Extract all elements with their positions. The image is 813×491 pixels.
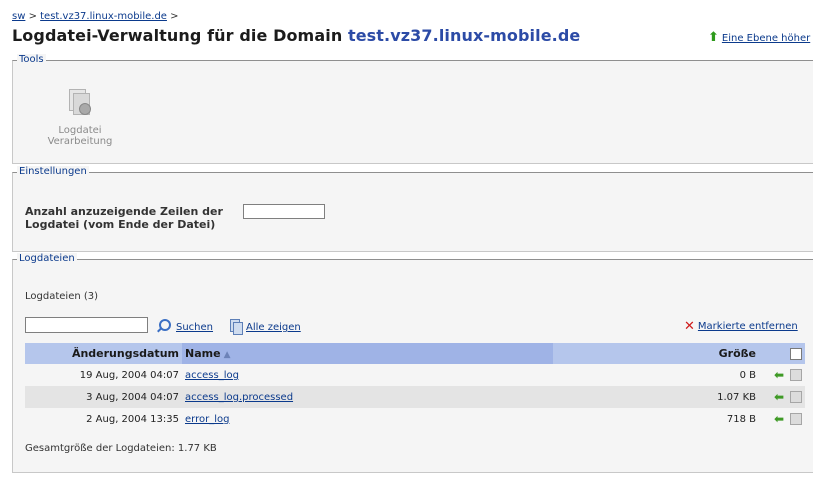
row-date: 19 Aug, 2004 04:07	[25, 364, 182, 386]
row-actions: ⬅	[759, 364, 805, 386]
logfiles-section: Logdateien Logdateien (3) Suchen Alle ze…	[12, 253, 813, 473]
log-processing-label: Logdatei Verarbeitung	[47, 125, 113, 147]
table-row: 3 Aug, 2004 04:07 access_log.processed 1…	[25, 386, 805, 408]
table-row: 19 Aug, 2004 04:07 access_log 0 B ⬅	[25, 364, 805, 386]
row-date: 3 Aug, 2004 04:07	[25, 386, 182, 408]
search-input[interactable]	[25, 317, 148, 333]
breadcrumb-separator: >	[166, 11, 179, 22]
show-all-button[interactable]: Alle zeigen	[230, 319, 301, 335]
lines-count-input[interactable]	[243, 204, 325, 219]
tools-section: Tools Logdatei Verarbeitung	[12, 54, 813, 164]
page-title: Logdatei-Verwaltung für die Domain test.…	[12, 26, 580, 45]
search-button[interactable]: Suchen	[159, 319, 213, 333]
row-actions: ⬅	[759, 408, 805, 430]
download-icon[interactable]: ⬅	[774, 368, 784, 382]
logfiles-legend: Logdateien	[17, 253, 77, 264]
row-name-cell: error_log	[182, 408, 553, 430]
settings-legend: Einstellungen	[17, 166, 89, 177]
row-name-link[interactable]: access_log	[185, 370, 239, 381]
select-all-checkbox[interactable]	[790, 347, 802, 360]
lines-count-label-line1: Anzahl anzuzeigende Zeilen der	[25, 205, 223, 218]
column-header-select	[759, 343, 805, 364]
download-icon[interactable]: ⬅	[774, 412, 784, 426]
breadcrumb: sw > test.vz37.linux-mobile.de >	[12, 11, 179, 22]
row-size: 1.07 KB	[553, 386, 759, 408]
up-level-link-label[interactable]: Eine Ebene höher	[722, 33, 810, 44]
page-title-domain: test.vz37.linux-mobile.de	[347, 26, 581, 45]
logfiles-count: Logdateien (3)	[25, 291, 99, 302]
row-size: 0 B	[553, 364, 759, 386]
row-name-cell: access_log.processed	[182, 386, 553, 408]
logfiles-total-size: Gesamtgröße der Logdateien: 1.77 KB	[25, 443, 217, 454]
log-processing-tool: Logdatei Verarbeitung	[25, 89, 135, 147]
logfiles-table: Änderungsdatum Name ▲ Größe 19 Aug, 2004 …	[25, 343, 805, 430]
row-name-link[interactable]: error_log	[185, 414, 229, 425]
show-all-button-label[interactable]: Alle zeigen	[246, 322, 301, 333]
search-button-label[interactable]: Suchen	[176, 322, 213, 333]
up-arrow-icon: ⬆	[708, 30, 719, 45]
tools-legend: Tools	[17, 54, 46, 65]
breadcrumb-root-link[interactable]: sw	[12, 11, 25, 22]
column-header-size[interactable]: Größe	[553, 343, 759, 364]
row-name-cell: access_log	[182, 364, 553, 386]
row-checkbox	[790, 391, 802, 403]
row-date: 2 Aug, 2004 13:35	[25, 408, 182, 430]
up-level-link[interactable]: ⬆ Eine Ebene höher	[708, 30, 810, 45]
row-name-link[interactable]: access_log.processed	[185, 392, 293, 403]
settings-section: Einstellungen Anzahl anzuzeigende Zeilen…	[12, 166, 813, 252]
remove-selected-button[interactable]: ✕ Markierte entfernen	[684, 319, 798, 334]
log-processing-icon	[69, 89, 91, 115]
page-title-text: Logdatei-Verwaltung für die Domain	[12, 26, 348, 45]
column-header-name-label[interactable]: Name	[185, 347, 221, 360]
lines-count-label: Anzahl anzuzeigende Zeilen der Logdatei …	[25, 205, 223, 231]
row-size: 718 B	[553, 408, 759, 430]
search-icon	[159, 319, 171, 331]
show-all-icon	[230, 319, 243, 335]
row-actions: ⬅	[759, 386, 805, 408]
breadcrumb-domain-link[interactable]: test.vz37.linux-mobile.de	[40, 11, 167, 22]
sort-ascending-icon: ▲	[223, 350, 231, 360]
lines-count-label-line2: Logdatei (vom Ende der Datei)	[25, 218, 216, 231]
remove-icon: ✕	[684, 319, 695, 334]
download-icon[interactable]: ⬅	[774, 390, 784, 404]
table-row: 2 Aug, 2004 13:35 error_log 718 B ⬅	[25, 408, 805, 430]
remove-selected-label[interactable]: Markierte entfernen	[698, 321, 798, 332]
breadcrumb-separator: >	[25, 11, 41, 22]
column-header-date[interactable]: Änderungsdatum	[25, 343, 182, 364]
table-header-row: Änderungsdatum Name ▲ Größe	[25, 343, 805, 364]
row-checkbox	[790, 369, 802, 381]
row-checkbox	[790, 413, 802, 425]
column-header-name[interactable]: Name ▲	[182, 343, 553, 364]
